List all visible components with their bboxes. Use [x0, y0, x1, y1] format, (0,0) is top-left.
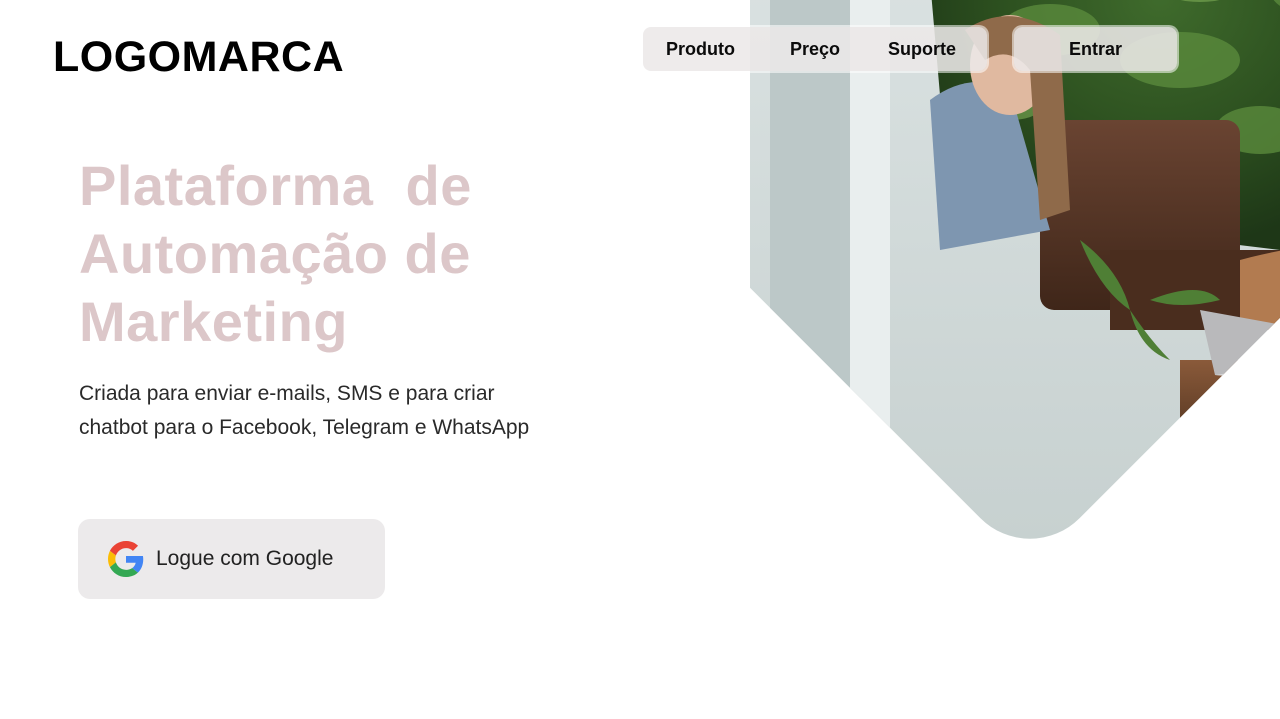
hero-photo: [457, 0, 1280, 568]
google-g-icon: [108, 541, 144, 577]
login-button-label: Entrar: [1068, 38, 1122, 59]
nav-link-preco[interactable]: Preço: [790, 39, 840, 60]
nav-link-produto[interactable]: Produto: [666, 39, 735, 60]
main-nav: Produto Preço Suporte: [643, 27, 987, 71]
hero-photo-area: [0, 0, 1280, 719]
google-login-label: Logue com Google: [156, 547, 334, 570]
hero-title-line: Marketing: [79, 290, 348, 353]
nav-link-suporte[interactable]: Suporte: [888, 39, 956, 60]
hero-subtitle-line: Criada para enviar e-mails, SMS e para c…: [79, 382, 495, 405]
login-button[interactable]: Entrar: [1014, 27, 1177, 71]
hero-subtitle-line: chatbot para o Facebook, Telegram e What…: [79, 416, 530, 439]
logo[interactable]: LOGOMARCA: [53, 33, 344, 82]
hero-title-line: Plataforma de: [79, 154, 472, 217]
hero-subtitle: Criada para enviar e-mails, SMS e para c…: [79, 377, 599, 445]
hero-title: Plataforma de Automação de Marketing: [79, 152, 549, 356]
hero-photo-illustration: [750, 0, 1280, 568]
hero-title-line: Automação de: [79, 222, 471, 285]
google-login-button[interactable]: Logue com Google: [78, 519, 385, 599]
